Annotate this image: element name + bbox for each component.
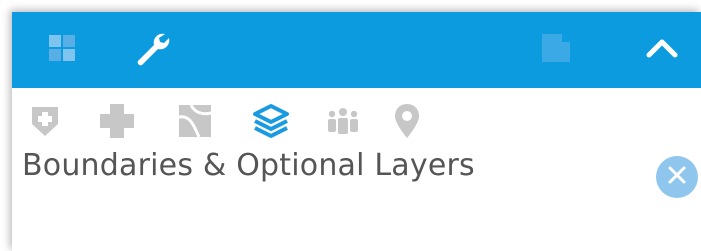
tool-map[interactable] [172,101,218,145]
panel-header-bar [12,12,701,88]
section-title: Boundaries & Optional Layers [22,148,475,183]
map-pin-icon [393,102,421,144]
shield-plus-icon [30,104,60,142]
tool-shield-plus[interactable] [22,101,68,145]
tool-map-pin[interactable] [384,101,430,145]
layers-panel: Boundaries & Optional Layers [12,12,701,251]
grid-icon [48,34,76,66]
collapse-chevron-up-icon [646,37,678,63]
tools-button[interactable] [122,12,182,88]
map-icon [177,103,213,143]
wrench-icon [132,28,172,72]
tool-people-group[interactable] [320,101,366,145]
grid-button[interactable] [32,12,92,88]
collapse-button[interactable] [632,12,692,88]
tool-layers[interactable] [248,101,294,145]
people-group-icon [324,106,362,140]
layers-icon [252,103,290,143]
close-x-icon [666,164,688,190]
window-toggle-button[interactable] [526,12,586,88]
tool-medical-cross[interactable] [94,101,140,145]
window-icon [540,32,572,68]
medical-cross-icon [98,102,136,144]
close-button[interactable] [656,156,698,198]
